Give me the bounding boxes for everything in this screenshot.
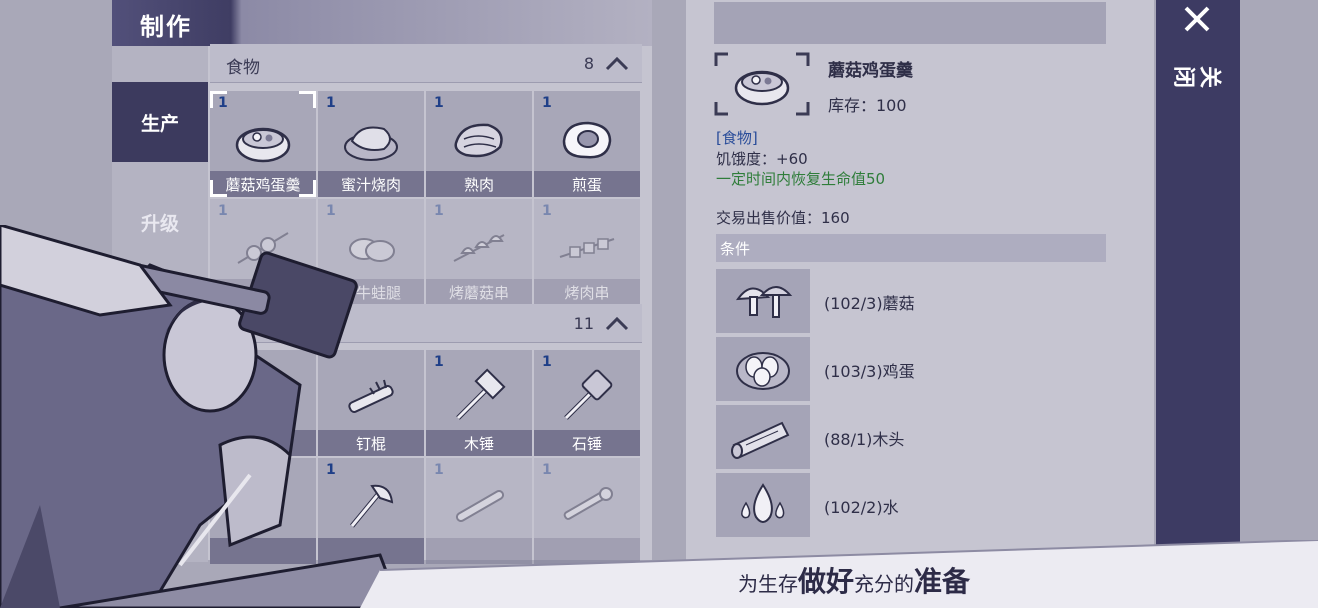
detail-item-name: 蘑菇鸡蛋羹 (828, 61, 913, 81)
requirement-text: (102/2)水 (824, 498, 899, 517)
item-slot[interactable]: 1 石锤 (534, 350, 640, 456)
detail-item-frame (714, 52, 810, 116)
selection-corner (299, 91, 316, 108)
wood-icon (731, 421, 790, 459)
tagline: 为生存做好充分的准备 (738, 565, 971, 598)
detail-top-bar (714, 2, 1106, 44)
item-slot[interactable]: 1 蘑菇鸡蛋羹 (210, 91, 316, 197)
bottom-banner (360, 540, 1318, 608)
detail-item-stock: 库存：100 (828, 96, 907, 115)
selection-corner (299, 180, 316, 197)
category-count: 11 (573, 314, 594, 333)
wrench-icon (563, 487, 613, 520)
category-header-food[interactable]: 食物 8 (210, 44, 642, 83)
item-quantity: 1 (326, 95, 336, 111)
detail-item-price: 交易出售价值：160 (716, 209, 850, 227)
requirement-row: (103/3)鸡蛋 (716, 337, 1106, 401)
conditions-title: 条件 (720, 240, 751, 258)
eggs-icon (736, 352, 790, 390)
requirement-icon-box (716, 473, 810, 537)
requirement-row: (102/3)蘑菇 (716, 269, 1106, 333)
item-slot[interactable]: 1 木锤 (426, 350, 532, 456)
category-count: 8 (583, 54, 594, 73)
requirement-icon-box (716, 337, 810, 401)
conditions-header: 条件 (716, 234, 1106, 262)
cooked-meat-icon (454, 123, 503, 158)
item-quantity: 1 (326, 203, 336, 219)
requirement-icon-box (716, 405, 810, 469)
item-quantity: 1 (542, 203, 552, 219)
honey-roast-meat-icon (344, 126, 398, 161)
kebab-icon (559, 238, 615, 258)
selection-corner (210, 180, 227, 197)
item-slot[interactable]: 1 煎蛋 (534, 91, 640, 197)
item-quantity: 1 (542, 354, 552, 370)
selection-corner (210, 91, 227, 108)
detail-item-hunger: 饥饿度：+60 (716, 150, 808, 168)
water-icon (741, 483, 785, 523)
item-name: 熟肉 (426, 171, 532, 197)
fried-egg-icon (562, 121, 612, 159)
requirement-text: (103/3)鸡蛋 (824, 362, 915, 381)
item-name: 烤肉串 (534, 279, 640, 305)
item-quantity: 1 (434, 203, 444, 219)
mushroom-egg-custard-icon (235, 127, 291, 163)
mushroom-egg-custard-icon (734, 70, 790, 106)
crafting-title: 制作 (140, 13, 192, 41)
stone-hammer-icon (564, 369, 613, 420)
chevron-up-icon[interactable] (604, 54, 630, 72)
chevron-up-icon[interactable] (604, 314, 630, 332)
category-name: 食物 (226, 58, 260, 78)
item-slot[interactable]: 1 蜜汁烧肉 (318, 91, 424, 197)
detail-item-effect: 一定时间内恢复生命值50 (716, 170, 886, 188)
item-slot[interactable]: 1 烤肉串 (534, 199, 640, 305)
item-name: 煎蛋 (534, 171, 640, 197)
mushroom-icon (735, 286, 793, 318)
item-quantity: 1 (434, 354, 444, 370)
item-quantity: 1 (542, 95, 552, 111)
item-slot[interactable]: 1 烤蘑菇串 (426, 199, 532, 305)
requirement-row: (88/1)木头 (716, 405, 1106, 469)
detail-item-category: [食物] (716, 129, 758, 147)
requirement-text: (88/1)木头 (824, 430, 905, 449)
close-icon[interactable] (1182, 4, 1212, 34)
requirement-icon-box (716, 269, 810, 333)
tab-produce[interactable]: 生产 (112, 82, 208, 162)
requirement-row: (102/2)水 (716, 473, 1106, 537)
requirement-text: (102/3)蘑菇 (824, 294, 915, 313)
item-name: 蜜汁烧肉 (318, 171, 424, 197)
item-quantity: 1 (434, 462, 444, 478)
crafting-title-bar (112, 0, 652, 46)
baton-icon (455, 490, 505, 522)
item-slot[interactable]: 1 熟肉 (426, 91, 532, 197)
close-label[interactable]: 关闭 (1170, 62, 1222, 90)
item-name: 烤蘑菇串 (426, 279, 532, 305)
item-name: 石锤 (534, 430, 640, 456)
wood-hammer-icon (456, 368, 506, 420)
item-quantity: 1 (218, 203, 228, 219)
mushroom-skewer-icon (453, 234, 505, 262)
item-quantity: 1 (542, 462, 552, 478)
item-quantity: 1 (434, 95, 444, 111)
item-name: 木锤 (426, 430, 532, 456)
